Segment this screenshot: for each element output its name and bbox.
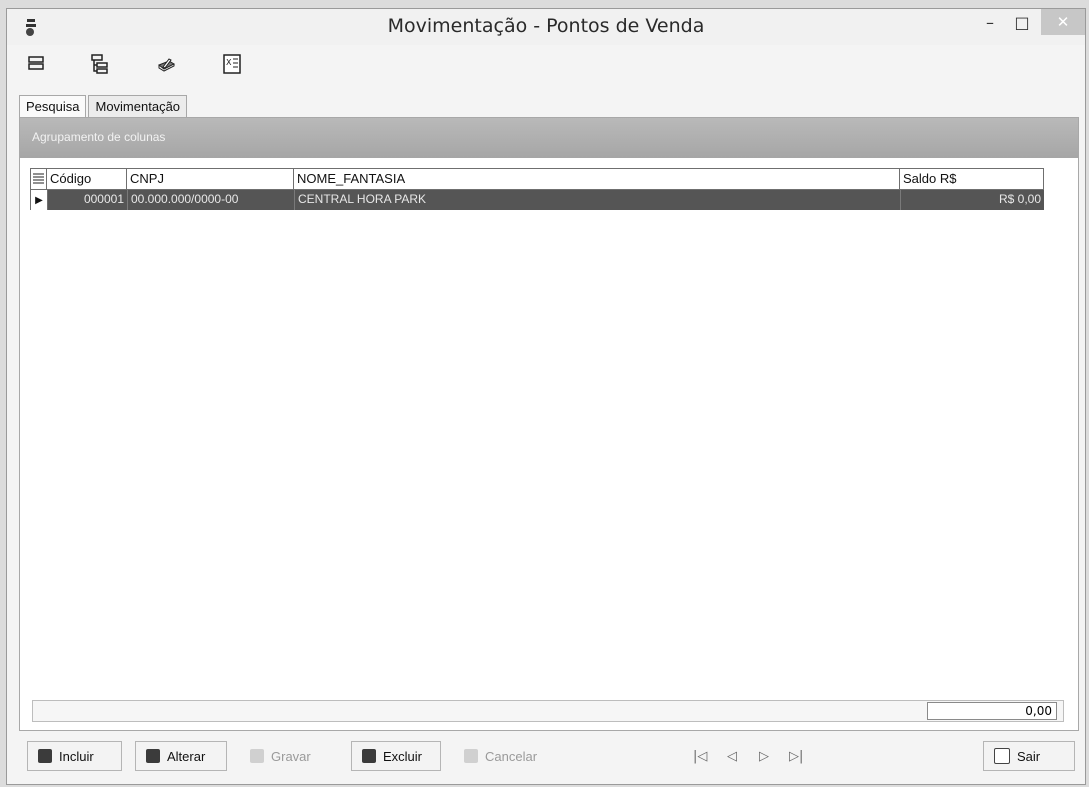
group-by-label: Agrupamento de colunas xyxy=(32,130,166,144)
column-header-saldo[interactable]: Saldo R$ xyxy=(900,169,1043,189)
title-bar: Movimentação - Pontos de Venda – □ ✕ xyxy=(7,9,1085,45)
cancel-icon xyxy=(464,749,478,763)
excel-export-icon[interactable]: X xyxy=(221,53,243,75)
cell-codigo: 000001 xyxy=(48,190,128,210)
add-icon xyxy=(38,749,52,763)
maximize-button[interactable]: □ xyxy=(1007,9,1037,35)
first-record-icon[interactable]: |◁ xyxy=(693,749,707,764)
svg-text:X: X xyxy=(226,58,232,67)
total-saldo-field: 0,00 xyxy=(927,702,1057,720)
prev-record-icon[interactable]: ◁ xyxy=(727,749,737,764)
last-record-icon[interactable]: ▷| xyxy=(789,749,803,764)
column-chooser-icon[interactable] xyxy=(31,169,47,189)
main-window: Movimentação - Pontos de Venda – □ ✕ X P… xyxy=(6,8,1086,785)
cell-saldo: R$ 0,00 xyxy=(998,192,1041,206)
incluir-label: Incluir xyxy=(59,748,94,764)
minimize-button[interactable]: – xyxy=(975,9,1005,35)
action-bar: Incluir Alterar Gravar Excluir Cancelar … xyxy=(7,731,1085,785)
row-selector-arrow-icon: ▶ xyxy=(31,190,48,210)
tab-strip: Pesquisa Movimentação xyxy=(19,93,188,117)
alterar-button[interactable]: Alterar xyxy=(135,741,227,771)
sair-label: Sair xyxy=(1017,748,1041,764)
column-header-cnpj[interactable]: CNPJ xyxy=(127,169,294,189)
sair-button[interactable]: Sair xyxy=(983,741,1075,771)
group-by-area[interactable]: Agrupamento de colunas xyxy=(20,118,1078,158)
incluir-button[interactable]: Incluir xyxy=(27,741,122,771)
gravar-button[interactable]: Gravar xyxy=(239,741,331,771)
next-record-icon[interactable]: ▷ xyxy=(759,749,769,764)
save-icon xyxy=(250,749,264,763)
gravar-label: Gravar xyxy=(271,748,311,764)
window-title: Movimentação - Pontos de Venda xyxy=(387,15,705,37)
delete-icon xyxy=(362,749,376,763)
print-icon[interactable] xyxy=(155,53,177,75)
edit-icon xyxy=(146,749,160,763)
column-header-codigo[interactable]: Código xyxy=(47,169,127,189)
exit-icon xyxy=(994,748,1010,764)
tab-pesquisa[interactable]: Pesquisa xyxy=(19,95,87,117)
cell-nome-fantasia: CENTRAL HORA PARK xyxy=(295,190,901,210)
grid-header: Código CNPJ NOME_FANTASIA Saldo R$ xyxy=(30,168,1044,190)
grid-panel: Agrupamento de colunas Código CNPJ NOME_… xyxy=(19,117,1079,731)
tab-movimentacao[interactable]: Movimentação xyxy=(88,95,188,117)
excluir-button[interactable]: Excluir xyxy=(351,741,441,771)
list-view-icon[interactable] xyxy=(25,53,47,75)
cancelar-button[interactable]: Cancelar xyxy=(453,741,553,771)
close-button[interactable]: ✕ xyxy=(1041,9,1085,35)
column-header-nome-fantasia[interactable]: NOME_FANTASIA xyxy=(294,169,900,189)
alterar-label: Alterar xyxy=(167,748,206,764)
excluir-label: Excluir xyxy=(383,748,423,764)
table-row[interactable]: ▶ 000001 00.000.000/0000-00 CENTRAL HORA… xyxy=(30,190,1044,210)
tree-view-icon[interactable] xyxy=(89,53,111,75)
grid-footer: 0,00 xyxy=(32,700,1064,722)
cancelar-label: Cancelar xyxy=(485,748,538,764)
cell-cnpj: 00.000.000/0000-00 xyxy=(128,190,295,210)
